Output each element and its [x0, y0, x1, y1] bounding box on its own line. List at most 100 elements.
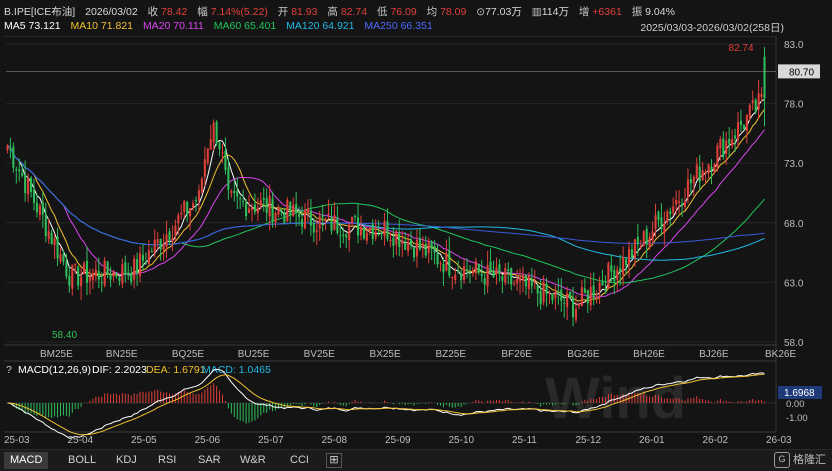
price-chart[interactable]: Wind ? MACD(12,26,9) DIF: 2.2023 DEA: 1.679… [0, 0, 832, 449]
candle-body [433, 245, 436, 253]
candle-body [734, 135, 737, 139]
price-tick-label: 73.0 [784, 159, 804, 170]
tab-rsi[interactable]: RSI [152, 452, 182, 469]
candle-body [368, 227, 371, 233]
time-axis-label: 25-11 [512, 435, 537, 446]
candle-body [38, 205, 41, 216]
candle-body [153, 239, 156, 253]
macd-tick-label: 0.00 [786, 399, 805, 410]
candle-body [533, 282, 536, 284]
candle-body [477, 264, 480, 273]
ma-legend: MA5 73.121 MA10 71.821 MA20 70.111 MA60 … [4, 20, 440, 32]
tab-kdj[interactable]: KDJ [110, 452, 143, 469]
candle-body [754, 99, 757, 112]
candle-body [636, 236, 639, 245]
candle-body [633, 239, 636, 259]
candle-body [627, 249, 631, 265]
candle-body [521, 275, 525, 281]
add-indicator-icon[interactable]: ⊞ [326, 453, 342, 468]
candle-body [327, 213, 330, 216]
macd-tick-label: -1.00 [786, 413, 808, 424]
contract-label: BK26E [765, 349, 796, 360]
brand: G 格隆汇 [774, 452, 826, 469]
candle-body [513, 283, 516, 285]
candle-body [577, 303, 580, 307]
high-value: 82.74 [340, 6, 368, 18]
candle-body [35, 202, 38, 213]
candle-body [97, 270, 100, 280]
tab-boll[interactable]: BOLL [62, 452, 102, 469]
candle-body [298, 213, 301, 217]
tab-wr[interactable]: W&R [234, 452, 272, 469]
brand-logo-icon: G [774, 452, 790, 469]
ma10-legend: MA10 71.821 [70, 20, 134, 32]
candle-body [109, 274, 112, 280]
candle-body [622, 256, 625, 276]
candle-body [47, 231, 50, 239]
candle-body [53, 238, 56, 246]
change-label: 幅 [197, 6, 208, 18]
candle-body [333, 215, 336, 230]
time-axis-label: 25-10 [449, 435, 475, 446]
candle-body [177, 215, 180, 224]
candle-body [342, 234, 345, 236]
candle-body [118, 277, 121, 281]
candle-body [560, 289, 563, 301]
candle-body [613, 270, 616, 282]
candle-body [719, 138, 722, 149]
ma60-legend: MA60 65.401 [213, 20, 277, 32]
candle-body [728, 138, 731, 144]
candle-body [504, 268, 507, 283]
candle-body [589, 286, 592, 306]
ma250-legend: MA250 66.351 [364, 20, 433, 32]
tab-sar[interactable]: SAR [192, 452, 227, 469]
time-axis-label: 26-02 [703, 435, 729, 446]
candle-body [707, 164, 710, 174]
low-marker: 58.40 [52, 330, 77, 341]
candle-body [77, 266, 80, 286]
candle-body [424, 243, 427, 256]
contract-label: BX25E [370, 349, 401, 360]
contract-label: BG26E [567, 349, 600, 360]
candle-body [495, 267, 498, 275]
candle-body [683, 200, 687, 207]
candle-body [303, 210, 307, 229]
candle-body [301, 219, 304, 227]
tab-macd[interactable]: MACD [4, 452, 49, 469]
candle-body [354, 216, 357, 218]
candle-body [566, 293, 569, 307]
avg-label: 均 [426, 6, 438, 18]
candle-body [630, 249, 633, 258]
candle-body [681, 203, 684, 206]
watermark-text: Wind [545, 366, 686, 431]
candle-body [91, 273, 94, 281]
tab-cci[interactable]: CCI [284, 452, 315, 469]
candle-body [463, 266, 466, 280]
price-tick-label: 83.0 [784, 40, 804, 51]
ma20-legend: MA20 70.111 [142, 20, 204, 32]
candle-body [215, 121, 218, 143]
ma120-legend: MA120 64.921 [286, 20, 355, 32]
candle-body [200, 178, 203, 194]
candle-body [194, 200, 198, 202]
candle-body [233, 190, 236, 194]
candle-body [112, 271, 115, 277]
candle-body [430, 241, 433, 249]
candle-body [392, 237, 395, 247]
candle-body [383, 220, 386, 237]
candle-body [642, 231, 645, 246]
candle-body [660, 217, 663, 230]
candle-body [224, 150, 227, 171]
candle-body [557, 291, 560, 293]
candle-body [168, 231, 171, 241]
candle-body [551, 293, 554, 301]
candle-body [242, 200, 245, 202]
candle-body [318, 216, 321, 229]
candle-body [312, 222, 315, 233]
candle-body [271, 198, 274, 222]
candle-body [742, 125, 745, 129]
time-axis-label: 25-06 [195, 435, 221, 446]
candle-body [483, 278, 486, 285]
candle-body [377, 234, 380, 236]
candle-body [695, 164, 698, 179]
